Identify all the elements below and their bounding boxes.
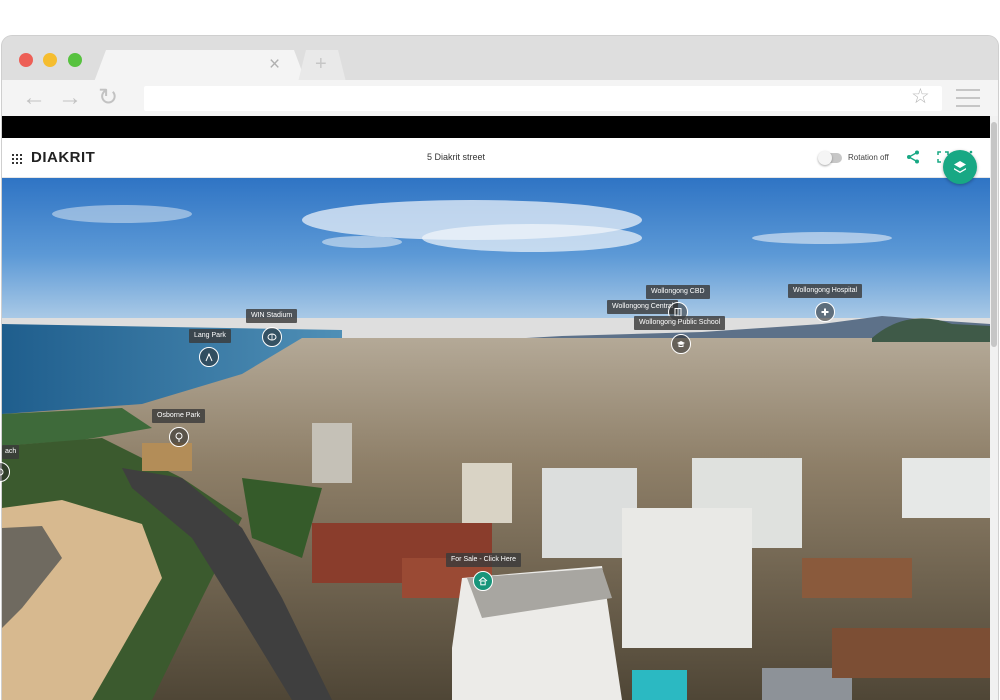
address-bar[interactable]: [144, 86, 942, 111]
property-address: 5 Diakrit street: [426, 152, 486, 162]
tab-close-icon[interactable]: ×: [269, 54, 280, 76]
layers-button[interactable]: [943, 150, 977, 184]
share-icon[interactable]: [906, 150, 920, 164]
forward-arrow-icon[interactable]: →: [58, 84, 82, 112]
plus-icon[interactable]: +: [315, 53, 327, 75]
page-top-bar: [2, 116, 990, 138]
rotation-toggle[interactable]: [818, 151, 842, 165]
hospital-icon: [821, 308, 829, 316]
poi-pin-for-sale[interactable]: [473, 571, 493, 591]
back-arrow-icon[interactable]: ←: [22, 84, 46, 112]
poi-label-osborne-park[interactable]: Osborne Park: [152, 409, 206, 423]
app-header: DIAKRIT 5 Diakrit street Rotation off: [2, 138, 990, 178]
rotation-label: Rotation off: [848, 153, 889, 162]
poi-pin-osborne-park[interactable]: [169, 427, 189, 447]
navigation-bar: ← → ↻ ☆: [2, 80, 998, 116]
beach-icon: [0, 468, 4, 476]
window-maximize-button[interactable]: [68, 53, 82, 67]
layers-icon: [954, 161, 966, 173]
reload-icon[interactable]: ↻: [98, 84, 118, 112]
browser-menu-icon[interactable]: [956, 89, 980, 107]
school-icon: [677, 341, 685, 347]
stadium-icon: [267, 333, 277, 341]
poi-label-win-stadium[interactable]: WIN Stadium: [246, 309, 298, 323]
poi-label-wollongong-cbd[interactable]: Wollongong CBD: [646, 285, 710, 299]
park-icon: [205, 352, 213, 362]
bookmark-star-icon[interactable]: ☆: [911, 85, 930, 109]
poi-label-edge-beach[interactable]: ach: [2, 445, 20, 459]
poi-pin-wollongong-hospital[interactable]: [815, 302, 835, 322]
aerial-photo[interactable]: [2, 178, 990, 700]
poi-pin-lang-park[interactable]: [199, 347, 219, 367]
poi-pin-wollongong-public-school[interactable]: [671, 334, 691, 354]
poi-label-wollongong-public-school[interactable]: Wollongong Public School: [634, 316, 726, 330]
page-scrollbar[interactable]: [990, 116, 998, 700]
poi-pin-win-stadium[interactable]: [262, 327, 282, 347]
poi-label-wollongong-hospital[interactable]: Wollongong Hospital: [788, 284, 863, 298]
tree-icon: [175, 432, 183, 442]
browser-window: × + ← → ↻ ☆ DIAKRIT 5 Diakrit street Rot…: [2, 36, 998, 700]
window-close-button[interactable]: [19, 53, 33, 67]
window-minimize-button[interactable]: [43, 53, 57, 67]
aerial-panorama-viewer[interactable]: [2, 178, 990, 700]
poi-label-lang-park[interactable]: Lang Park: [189, 329, 231, 343]
home-icon: [478, 576, 488, 586]
tab-bar: × +: [2, 36, 998, 82]
poi-label-for-sale[interactable]: For Sale - Click Here: [446, 553, 521, 567]
scrollbar-thumb[interactable]: [991, 122, 997, 347]
